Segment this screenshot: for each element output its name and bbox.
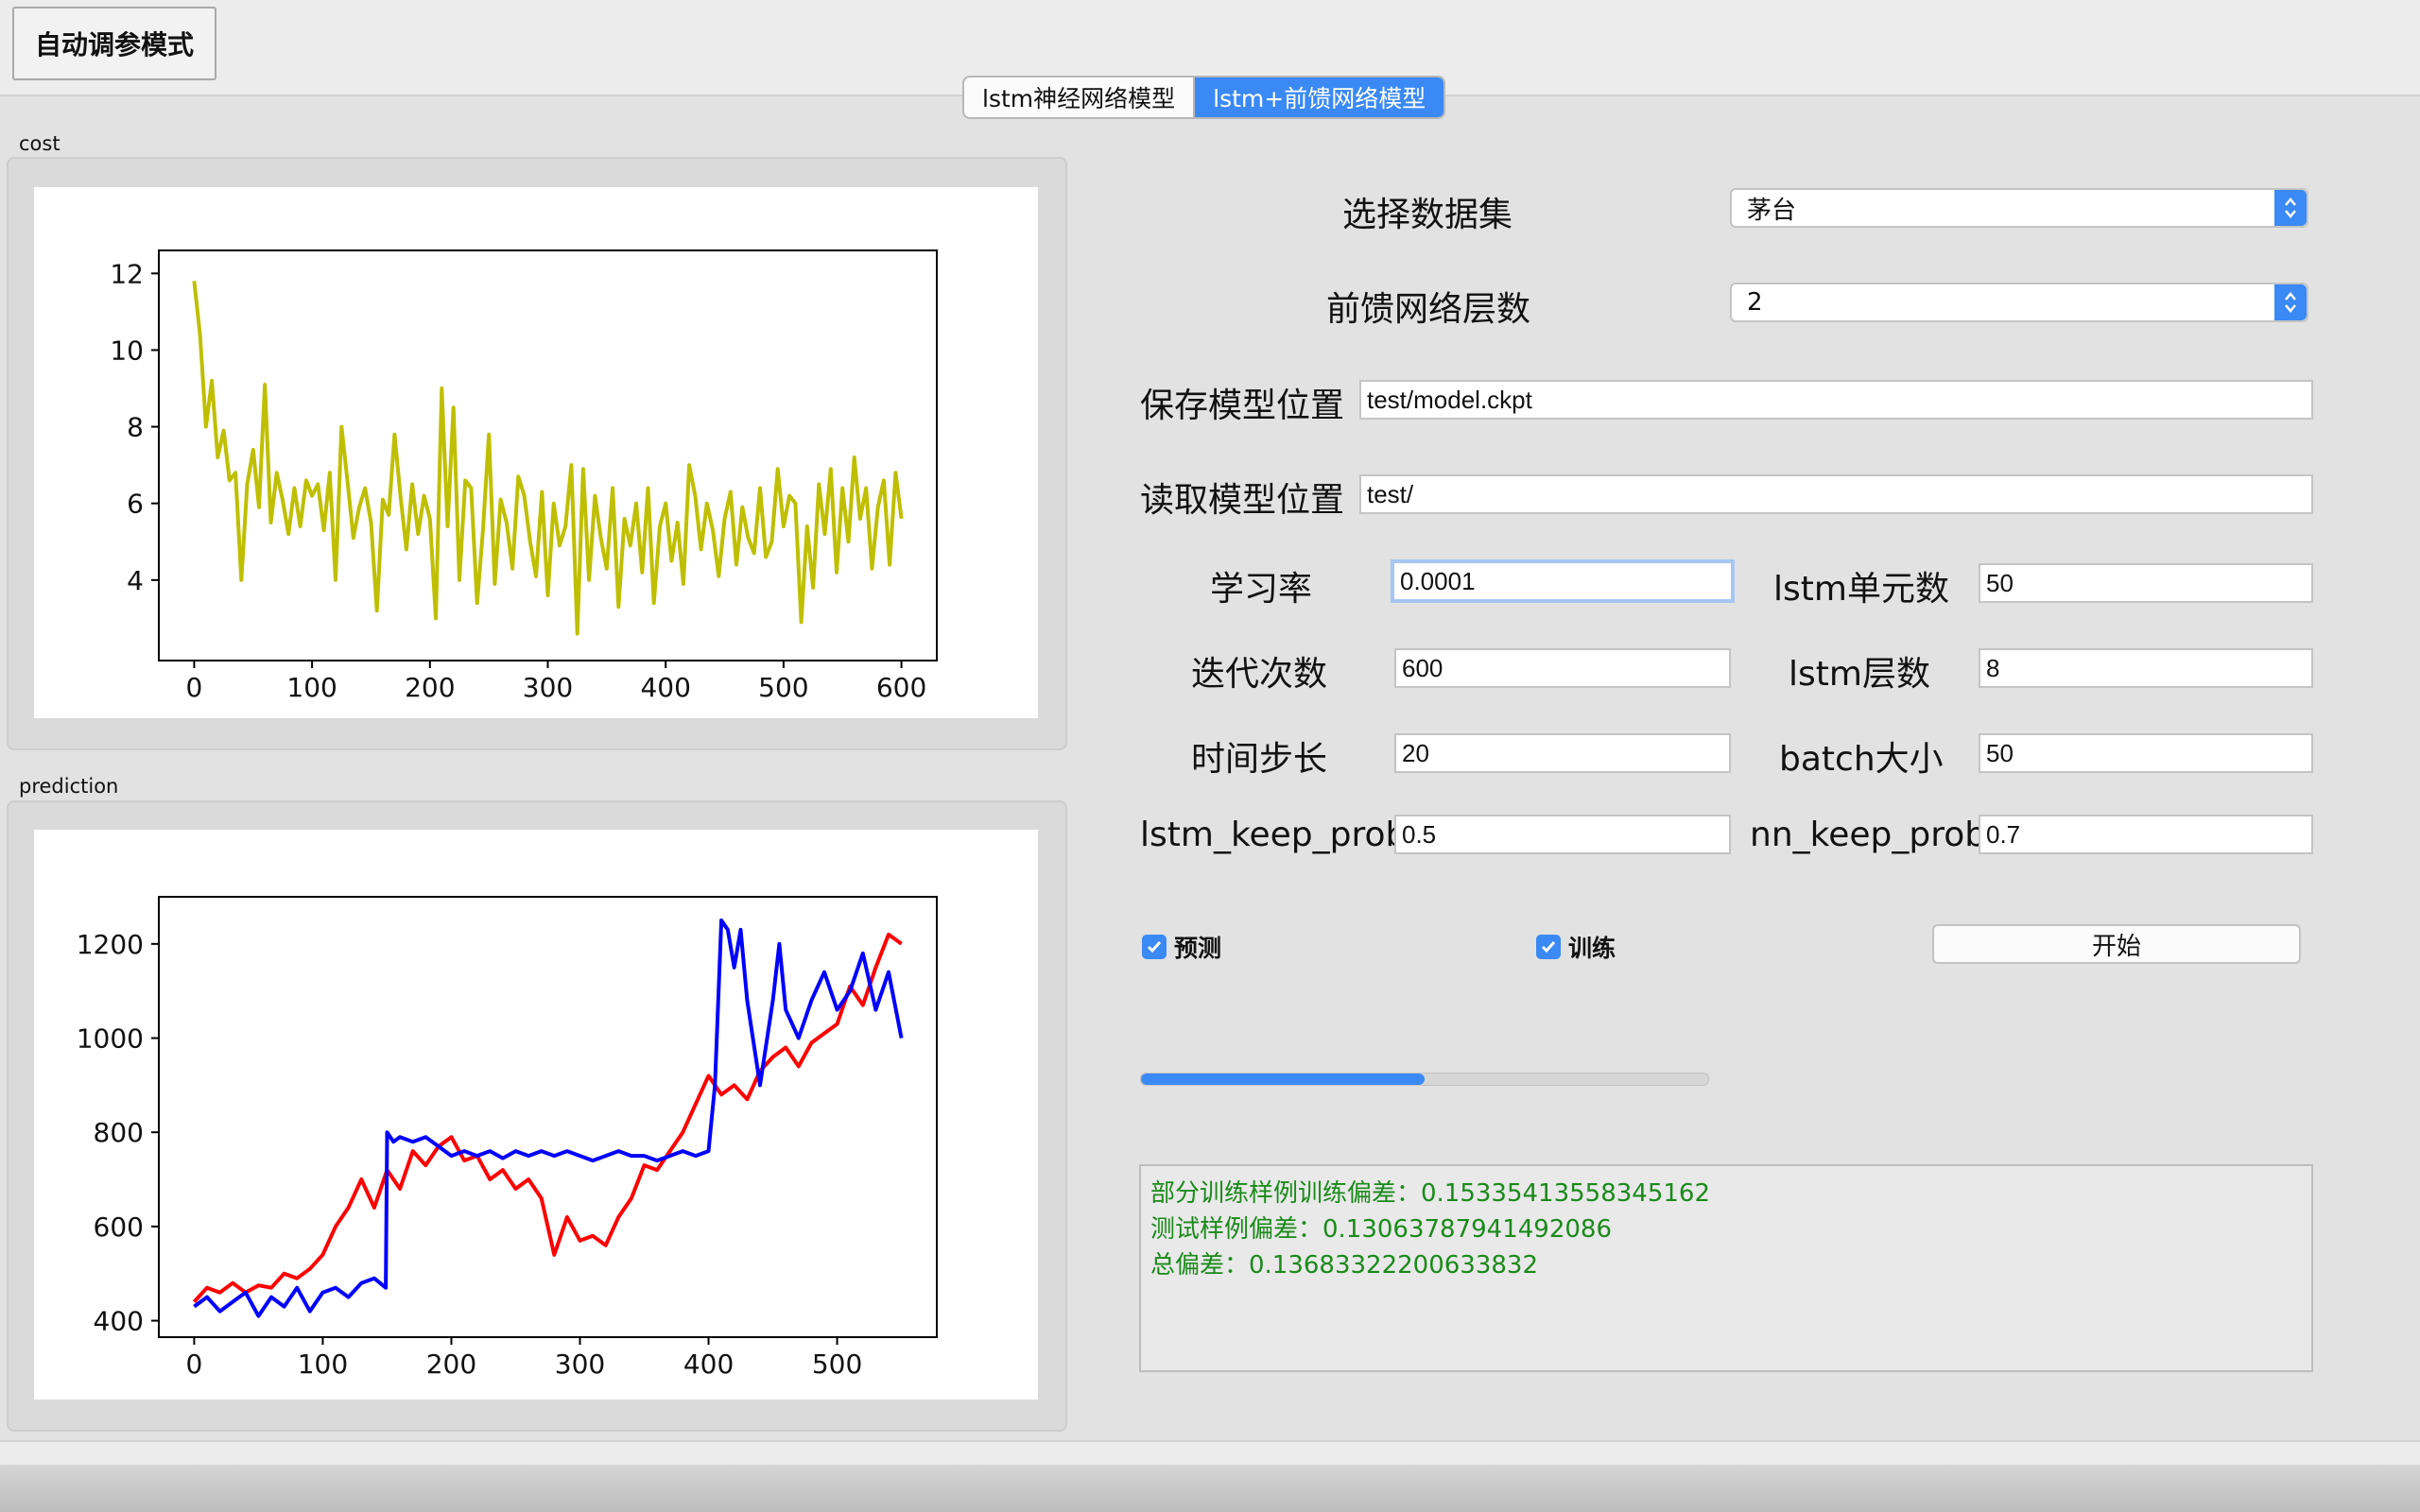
time-step-input[interactable]: 20 <box>1394 733 1731 773</box>
ffn-layers-select[interactable]: 2 <box>1730 283 2308 322</box>
train-checkbox-label: 训练 <box>1568 935 1616 962</box>
plot-frame <box>158 896 938 1338</box>
y-tick-label: 10 <box>110 335 144 366</box>
y-tick-label: 400 <box>94 1306 144 1337</box>
x-tick-label: 200 <box>405 672 455 703</box>
ffn-layers-select-value: 2 <box>1747 288 1763 317</box>
auto-tune-mode-button[interactable]: 自动调参模式 <box>12 7 216 80</box>
dataset-label: 选择数据集 <box>1342 196 1513 234</box>
y-tick-label: 1000 <box>77 1023 144 1055</box>
training-progress-bar <box>1140 1073 1709 1086</box>
tab-lstm-ffn[interactable]: lstm+前馈网络模型 <box>1195 77 1444 117</box>
y-tick-label: 1200 <box>77 929 144 960</box>
x-tick-label: 300 <box>555 1349 605 1380</box>
x-tick-label: 500 <box>812 1349 862 1380</box>
batch-size-input[interactable]: 50 <box>1979 733 2313 773</box>
series-line-0 <box>192 281 904 636</box>
train-checkbox[interactable]: 训练 <box>1536 930 1616 964</box>
x-tick-label: 300 <box>523 672 573 703</box>
series-line-1 <box>193 918 904 1318</box>
load-path-input[interactable]: test/ <box>1359 474 2313 514</box>
predict-checkbox-label: 预测 <box>1174 935 1222 962</box>
lstm-units-label: lstm单元数 <box>1773 570 1949 609</box>
plot-frame <box>158 249 938 662</box>
learning-rate-label: 学习率 <box>1210 570 1313 609</box>
prediction-chart-canvas: 0 100 200 300 400 500 400 600 800 1000 1200 <box>34 830 1038 1400</box>
chevron-updown-icon <box>2274 190 2307 226</box>
x-tick-label: 400 <box>640 672 690 703</box>
y-tick-label: 6 <box>127 489 144 520</box>
cost-chart-canvas: 0 100 200 300 400 500 600 4 6 8 10 12 <box>34 187 1038 718</box>
predict-checkbox[interactable]: 预测 <box>1142 930 1221 964</box>
lstm-units-input[interactable]: 50 <box>1979 563 2313 603</box>
series-line-0 <box>192 932 903 1303</box>
log-line: 部分训练样例训练偏差：0.15335413558345162 <box>1150 1179 1711 1208</box>
chevron-updown-icon <box>2274 284 2307 320</box>
x-tick-label: 0 <box>185 1349 202 1380</box>
window-bottom-bar <box>0 1465 2420 1512</box>
prediction-chart: 0 100 200 300 400 500 400 600 800 1000 1200 <box>77 896 938 1380</box>
y-tick-label: 800 <box>94 1117 144 1148</box>
start-button[interactable]: 开始 <box>1932 924 2301 964</box>
time-step-label: 时间步长 <box>1191 740 1328 779</box>
x-tick-label: 100 <box>286 672 337 703</box>
y-tick-label: 8 <box>127 412 144 443</box>
progress-fill <box>1141 1074 1425 1085</box>
batch-size-label: batch大小 <box>1779 740 1944 779</box>
nn-keep-prob-label: nn_keep_prob <box>1750 816 1987 854</box>
x-tick-label: 200 <box>426 1349 476 1380</box>
tab-lstm[interactable]: lstm神经网络模型 <box>964 77 1196 117</box>
save-path-label: 保存模型位置 <box>1140 387 1345 425</box>
lstm-layers-label: lstm层数 <box>1789 655 1930 694</box>
model-tab-bar: lstm神经网络模型 lstm+前馈网络模型 <box>962 76 1446 119</box>
dataset-select[interactable]: 茅台 <box>1730 188 2308 228</box>
x-tick-label: 400 <box>683 1349 734 1380</box>
cost-chart: 0 100 200 300 400 500 600 4 6 8 10 12 <box>110 249 938 703</box>
x-tick-label: 500 <box>758 672 808 703</box>
checkmark-icon <box>1142 935 1167 959</box>
log-line: 测试样例偏差：0.13063787941492086 <box>1150 1215 1613 1244</box>
lstm-keep-prob-label: lstm_keep_prob <box>1140 816 1408 854</box>
iterations-label: 迭代次数 <box>1191 655 1328 694</box>
ffn-layers-label: 前馈网络层数 <box>1326 290 1531 329</box>
lstm-layers-input[interactable]: 8 <box>1979 648 2313 688</box>
prediction-group-label: prediction <box>19 775 119 798</box>
dataset-select-value: 茅台 <box>1747 196 1797 225</box>
save-path-input[interactable]: test/model.ckpt <box>1359 380 2313 420</box>
y-tick-label: 4 <box>127 565 144 596</box>
x-tick-label: 100 <box>298 1349 348 1380</box>
lstm-keep-prob-input[interactable]: 0.5 <box>1394 815 1731 854</box>
learning-rate-input[interactable]: 0.0001 <box>1391 559 1735 603</box>
cost-group-label: cost <box>19 132 60 155</box>
log-line: 总偏差：0.13683322200633832 <box>1150 1251 1539 1280</box>
y-tick-label: 600 <box>94 1211 144 1243</box>
iterations-input[interactable]: 600 <box>1394 648 1731 688</box>
y-tick-label: 12 <box>110 258 144 289</box>
checkmark-icon <box>1536 935 1561 959</box>
x-tick-label: 0 <box>185 672 202 703</box>
load-path-label: 读取模型位置 <box>1140 481 1345 520</box>
result-log: 部分训练样例训练偏差：0.15335413558345162 测试样例偏差：0.… <box>1139 1164 2313 1372</box>
nn-keep-prob-input[interactable]: 0.7 <box>1979 815 2313 854</box>
x-tick-label: 600 <box>876 672 926 703</box>
